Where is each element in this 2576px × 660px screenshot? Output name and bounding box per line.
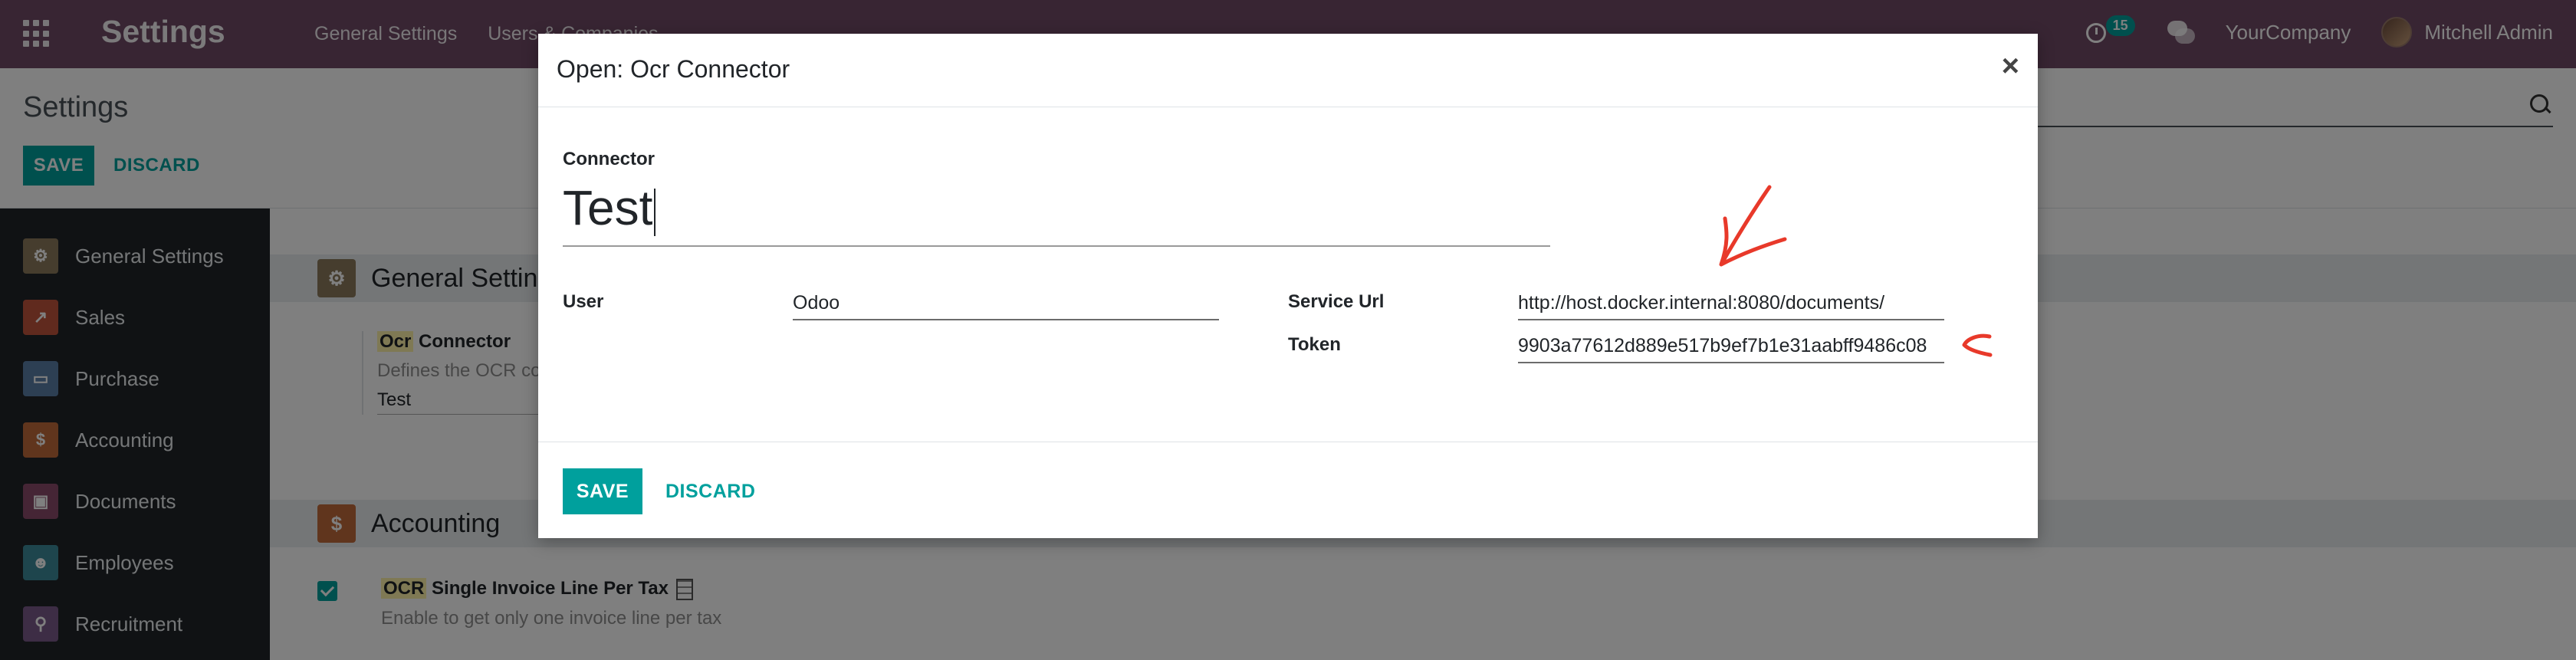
- dialog-footer: SAVE DISCARD: [538, 442, 2038, 538]
- discard-button[interactable]: DISCARD: [665, 468, 755, 514]
- connector-name-input[interactable]: Test: [563, 180, 1550, 247]
- save-button[interactable]: SAVE: [563, 468, 642, 514]
- user-input[interactable]: Odoo: [793, 287, 1219, 320]
- text-cursor: [654, 189, 656, 236]
- ocr-connector-dialog: Open: Ocr Connector × Connector Test Use…: [538, 34, 2038, 538]
- dialog-header: Open: Ocr Connector ×: [538, 34, 2038, 107]
- user-label: User: [563, 291, 604, 312]
- token-label: Token: [1288, 334, 1341, 355]
- connector-label: Connector: [563, 149, 655, 169]
- service-url-label: Service Url: [1288, 291, 1385, 312]
- dialog-title: Open: Ocr Connector: [557, 55, 790, 83]
- connector-name-value: Test: [563, 180, 653, 235]
- token-input[interactable]: 9903a77612d889e517b9ef7b1e31aabff9486c08: [1518, 330, 1944, 363]
- close-icon[interactable]: ×: [2002, 51, 2019, 81]
- service-url-input[interactable]: http://host.docker.internal:8080/documen…: [1518, 287, 1944, 320]
